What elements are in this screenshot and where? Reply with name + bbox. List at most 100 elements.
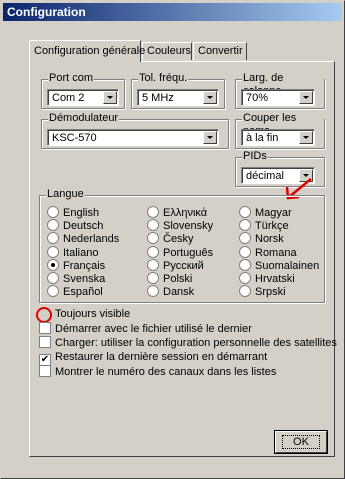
- checkbox-icon[interactable]: [39, 365, 51, 378]
- radio-circle-icon[interactable]: [47, 245, 59, 258]
- tol-combo[interactable]: 5 MHz: [137, 89, 219, 106]
- ok-button[interactable]: OK: [274, 430, 328, 454]
- language-label: English: [63, 207, 100, 219]
- port-label: Port com: [48, 72, 95, 85]
- option-label: Montrer le numéro des canaux dans les li…: [55, 366, 277, 379]
- radio-circle-icon[interactable]: [147, 232, 159, 245]
- language-radio[interactable]: Slovensky: [147, 219, 213, 233]
- radio-circle-icon[interactable]: [239, 272, 251, 284]
- language-radio[interactable]: Español: [47, 285, 103, 299]
- chevron-down-icon[interactable]: [299, 131, 313, 144]
- language-radio[interactable]: Français: [47, 258, 106, 273]
- language-label: Romana: [255, 246, 297, 259]
- option-label: Démarrer avec le fichier utilisé le dern…: [55, 322, 252, 335]
- language-label: Français: [63, 259, 106, 272]
- language-label: Magyar: [255, 207, 292, 219]
- option-label: Toujours visible: [55, 308, 131, 320]
- language-radio[interactable]: Polski: [147, 272, 192, 286]
- tab-convert[interactable]: Convertir: [193, 42, 247, 60]
- radio-circle-icon[interactable]: [239, 232, 251, 245]
- language-label: Türkçe: [255, 220, 289, 233]
- language-label: Dansk: [163, 286, 195, 299]
- language-label: Русский: [163, 259, 204, 272]
- port-combo[interactable]: Com 2: [47, 89, 119, 106]
- option-checkbox[interactable]: Montrer le numéro des canaux dans les li…: [39, 365, 276, 379]
- checkbox-icon[interactable]: [39, 336, 51, 349]
- language-label: Italiano: [63, 246, 99, 259]
- radio-circle-icon[interactable]: [239, 206, 251, 218]
- config-window: Configuration Configuration générale Cou…: [0, 0, 345, 479]
- language-radio[interactable]: English: [47, 206, 99, 220]
- language-label: Português: [163, 246, 214, 259]
- larg-combo[interactable]: 70%: [241, 89, 315, 106]
- checkbox-icon[interactable]: [39, 321, 51, 334]
- language-radio[interactable]: Suomalainen: [239, 258, 319, 273]
- radio-circle-icon[interactable]: [47, 219, 59, 232]
- language-label: Česky: [163, 233, 194, 246]
- language-label: Nederlands: [63, 233, 120, 246]
- language-label: Español: [63, 286, 103, 299]
- radio-circle-icon[interactable]: [147, 245, 159, 258]
- option-checkbox[interactable]: Toujours visible: [39, 307, 130, 321]
- language-radio[interactable]: Русский: [147, 258, 204, 273]
- radio-circle-icon[interactable]: [47, 206, 59, 218]
- radio-circle-icon[interactable]: [47, 258, 59, 271]
- language-label: Srpski: [255, 286, 286, 299]
- chevron-down-icon[interactable]: [299, 91, 313, 104]
- radio-circle-icon[interactable]: [239, 219, 251, 232]
- radio-circle-icon[interactable]: [47, 232, 59, 245]
- demod-value: KSC-570: [52, 132, 97, 144]
- tab-colors[interactable]: Couleurs: [142, 42, 192, 60]
- radio-circle-icon[interactable]: [239, 245, 251, 258]
- language-label: Slovensky: [163, 220, 214, 233]
- pids-value: décimal: [246, 170, 284, 182]
- demod-label: Démodulateur: [48, 112, 120, 125]
- language-radio[interactable]: Nederlands: [47, 232, 119, 246]
- language-radio[interactable]: Português: [147, 245, 214, 260]
- option-label: Charger: utiliser la configuration perso…: [55, 337, 337, 350]
- couper-value: à la fin: [246, 132, 279, 144]
- language-radio[interactable]: Svenska: [47, 272, 105, 286]
- radio-circle-icon[interactable]: [239, 285, 251, 298]
- radio-circle-icon[interactable]: [47, 285, 59, 298]
- option-label: Restaurer la dernière session en démarra…: [55, 350, 268, 363]
- tol-label: Tol. fréqu.: [138, 72, 189, 85]
- language-radio[interactable]: Norsk: [239, 232, 284, 246]
- demod-combo[interactable]: KSC-570: [47, 129, 219, 146]
- chevron-down-icon[interactable]: [103, 91, 117, 104]
- radio-circle-icon[interactable]: [147, 272, 159, 284]
- language-radio[interactable]: Italiano: [47, 245, 99, 260]
- language-radio[interactable]: Romana: [239, 245, 297, 260]
- radio-circle-icon[interactable]: [47, 272, 59, 284]
- language-radio[interactable]: Türkçe: [239, 219, 289, 233]
- language-radio[interactable]: Česky: [147, 232, 194, 246]
- language-label: Polski: [163, 273, 193, 285]
- language-radio[interactable]: Deutsch: [47, 219, 103, 233]
- language-radio[interactable]: Srpski: [239, 285, 286, 299]
- chevron-down-icon[interactable]: [203, 131, 217, 144]
- language-radio[interactable]: Ελληνικά: [147, 206, 207, 220]
- radio-circle-icon[interactable]: [147, 285, 159, 298]
- pids-label: PIDs: [242, 150, 268, 163]
- checkbox-icon[interactable]: ✔: [39, 353, 51, 366]
- radio-circle-icon[interactable]: [239, 258, 251, 271]
- language-label: Hrvatski: [255, 273, 295, 285]
- language-label: Svenska: [63, 273, 106, 285]
- language-label: Norsk: [255, 233, 284, 246]
- option-checkbox[interactable]: Charger: utiliser la configuration perso…: [39, 336, 337, 350]
- radio-circle-icon[interactable]: [147, 219, 159, 232]
- couper-combo[interactable]: à la fin: [241, 129, 315, 146]
- chevron-down-icon[interactable]: [203, 91, 217, 104]
- option-checkbox[interactable]: Démarrer avec le fichier utilisé le dern…: [39, 321, 252, 336]
- radio-circle-icon[interactable]: [147, 206, 159, 218]
- language-radio[interactable]: Magyar: [239, 206, 292, 220]
- langue-label: Langue: [46, 188, 85, 201]
- language-label: Deutsch: [63, 220, 104, 233]
- tol-value: 5 MHz: [142, 92, 174, 104]
- language-radio[interactable]: Hrvatski: [239, 272, 295, 286]
- option-checkbox[interactable]: ✔ Restaurer la dernière session en démarr…: [39, 351, 267, 366]
- window-title: Configuration: [3, 3, 342, 21]
- language-radio[interactable]: Dansk: [147, 285, 194, 299]
- radio-circle-icon[interactable]: [147, 258, 159, 271]
- tab-general[interactable]: Configuration générale: [29, 40, 145, 62]
